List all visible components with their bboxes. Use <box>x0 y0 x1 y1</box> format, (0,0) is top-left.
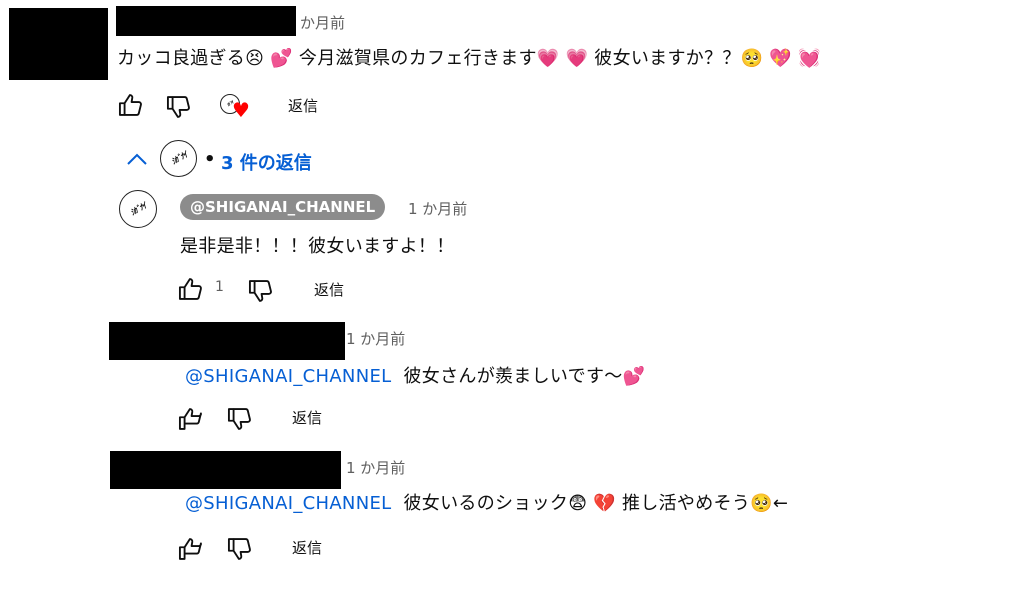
commenter-name[interactable] <box>116 6 296 36</box>
reply-button[interactable]: 返信 <box>314 279 344 300</box>
channel-logo: ｼｶﾞﾅｲ <box>160 140 197 177</box>
thumbs-down-icon <box>166 96 190 118</box>
creator-heart: ｼｶﾞﾅｲ ♥ <box>220 94 252 124</box>
thumbs-down-icon <box>248 280 272 302</box>
like-button[interactable] <box>177 535 205 563</box>
thumbs-up-icon <box>178 278 202 300</box>
thumbs-down-icon <box>227 538 251 560</box>
comment-timestamp[interactable]: か月前 <box>300 12 345 33</box>
dislike-button[interactable] <box>247 277 275 305</box>
chevron-up-icon <box>127 153 147 165</box>
reply-button[interactable]: 返信 <box>288 95 318 116</box>
thumbs-up-icon <box>118 94 142 116</box>
reply-text: 彼女いるのショック😨 💔 推し活やめそう🥺← <box>403 493 789 514</box>
reply-timestamp[interactable]: 1 か月前 <box>346 457 405 478</box>
reply-avatar[interactable]: ｼｶﾞﾅｲ <box>119 190 157 228</box>
dislike-button[interactable] <box>165 93 193 121</box>
like-button[interactable] <box>177 405 205 433</box>
reply-button[interactable]: 返信 <box>292 537 322 558</box>
reply-author-redacted[interactable] <box>110 451 341 489</box>
reply-text: 彼女さんが羨ましいです～💕 <box>403 366 646 387</box>
replies-toggle[interactable]: ｼｶﾞﾅｲ • 3 件の返信 <box>124 137 334 181</box>
creator-name-chip[interactable]: @SHIGANAI_CHANNEL <box>180 194 386 220</box>
like-count: 1 <box>215 279 224 295</box>
commenter-avatar[interactable] <box>9 8 108 80</box>
reply-timestamp[interactable]: 1 か月前 <box>408 198 467 219</box>
replies-count: 3 件の返信 <box>221 153 312 174</box>
mention-link[interactable]: @SHIGANAI_CHANNEL <box>185 493 391 514</box>
mention-link[interactable]: @SHIGANAI_CHANNEL <box>185 366 391 387</box>
reply-body: @SHIGANAI_CHANNEL 彼女さんが羨ましいです～💕 <box>185 362 645 388</box>
logo-glyph: ｼｶﾞﾅｲ <box>128 201 148 217</box>
heart-icon: ♥ <box>232 98 250 122</box>
reply-button[interactable]: 返信 <box>292 407 322 428</box>
reply-body: @SHIGANAI_CHANNEL 彼女いるのショック😨 💔 推し活やめそう🥺← <box>185 489 788 515</box>
thumbs-up-icon <box>178 538 202 560</box>
reply-text: 是非是非！！！彼女いますよ！！ <box>180 236 455 257</box>
like-button[interactable] <box>117 91 145 119</box>
like-button[interactable] <box>177 275 205 303</box>
dislike-button[interactable] <box>226 535 254 563</box>
logo-glyph: ｼｶﾞﾅｲ <box>169 150 188 167</box>
comment-text: カッコ良過ぎる😣 💕 今月滋賀県のカフェ行きます💗 💗 彼女いますか？？🥺 💖 … <box>117 48 821 69</box>
dislike-button[interactable] <box>226 405 254 433</box>
reply-author-redacted[interactable] <box>109 322 345 360</box>
thumbs-up-icon <box>178 408 202 430</box>
thumbs-down-icon <box>227 408 251 430</box>
toggle-separator: • <box>204 149 216 170</box>
reply-timestamp[interactable]: 1 か月前 <box>346 328 405 349</box>
